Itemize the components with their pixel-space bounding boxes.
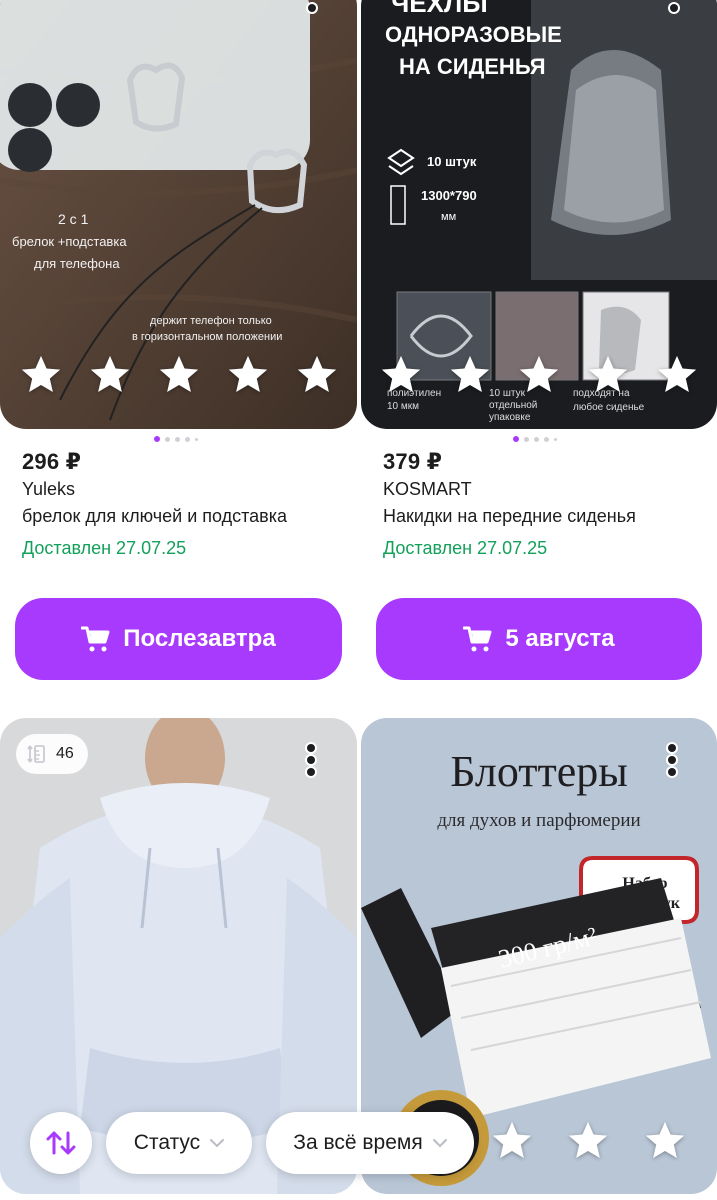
size-ruler-icon [27, 745, 45, 763]
product-image-1[interactable]: 2 с 1 брелок +подставка для телефона дер… [0, 0, 357, 429]
svg-text:Блоттеры: Блоттеры [450, 747, 628, 796]
svg-text:отдельной: отдельной [489, 400, 537, 411]
size-count-badge: 46 [16, 734, 88, 774]
svg-text:10 мкм: 10 мкм [387, 401, 419, 412]
svg-text:2 с 1: 2 с 1 [58, 211, 89, 227]
star-icon[interactable] [87, 352, 133, 398]
product-card-2[interactable]: ЧЕХЛЫ ОДНОРАЗОВЫЕ НА СИДЕНЬЯ 10 штук 130… [359, 0, 717, 690]
cart-icon [81, 626, 110, 652]
badge-count: 46 [56, 745, 74, 762]
star-icon[interactable] [225, 352, 271, 398]
status-filter[interactable]: Статус [106, 1112, 252, 1174]
product-brand[interactable]: KOSMART [383, 479, 472, 500]
period-filter[interactable]: За всё время [266, 1112, 474, 1174]
svg-text:держит телефон только: держит телефон только [150, 315, 272, 327]
star-icon[interactable] [654, 352, 700, 398]
chevron-down-icon [432, 1139, 447, 1148]
star-icon[interactable] [516, 352, 562, 398]
image-pager-dots [154, 436, 198, 442]
image-pager-dots [513, 436, 557, 442]
star-icon[interactable] [156, 352, 202, 398]
product-card-1[interactable]: 2 с 1 брелок +подставка для телефона дер… [0, 0, 358, 690]
period-filter-label: За всё время [293, 1131, 423, 1154]
rating-stars[interactable] [361, 352, 717, 398]
star-icon[interactable] [585, 352, 631, 398]
svg-text:упаковке: упаковке [489, 412, 531, 423]
star-icon[interactable] [294, 352, 340, 398]
svg-text:любое сиденье: любое сиденье [573, 401, 645, 413]
rating-stars[interactable] [0, 352, 357, 398]
svg-text:мм: мм [441, 211, 456, 223]
star-icon[interactable] [18, 352, 64, 398]
svg-text:брелок +подставка: брелок +подставка [12, 234, 127, 249]
more-vertical-icon[interactable] [667, 4, 681, 12]
sort-icon [46, 1131, 76, 1155]
chevron-down-icon [210, 1139, 225, 1148]
product-brand[interactable]: Yuleks [22, 479, 75, 500]
status-filter-label: Статус [133, 1131, 201, 1154]
svg-text:НА СИДЕНЬЯ: НА СИДЕНЬЯ [399, 54, 546, 79]
more-vertical-icon[interactable] [665, 744, 679, 776]
star-icon[interactable] [378, 352, 424, 398]
delivery-status: Доставлен 27.07.25 [383, 538, 548, 558]
svg-text:для духов и парфюмерии: для духов и парфюмерии [437, 810, 640, 831]
product-price: 379 ₽ [383, 449, 443, 474]
star-icon[interactable] [447, 352, 493, 398]
button-label: Послезавтра [123, 625, 276, 652]
svg-text:для телефона: для телефона [34, 256, 120, 271]
product-image-2[interactable]: ЧЕХЛЫ ОДНОРАЗОВЫЕ НА СИДЕНЬЯ 10 штук 130… [361, 0, 717, 429]
product-price: 296 ₽ [22, 449, 82, 474]
cart-icon [463, 626, 492, 652]
delivery-status: Доставлен 27.07.25 [22, 538, 187, 558]
product-title[interactable]: Накидки на передние сиденья [383, 506, 636, 527]
add-to-cart-button[interactable]: Послезавтра [15, 598, 342, 680]
filter-bar: Статус За всё время [0, 1112, 717, 1174]
svg-text:в горизонтальном положении: в горизонтальном положении [132, 331, 282, 343]
more-vertical-icon[interactable] [304, 744, 318, 776]
more-vertical-icon[interactable] [305, 4, 319, 12]
sort-button[interactable] [30, 1112, 92, 1174]
svg-text:10 штук: 10 штук [427, 154, 477, 169]
product-title[interactable]: брелок для ключей и подставка [22, 506, 287, 527]
svg-text:1300*790: 1300*790 [421, 188, 477, 203]
svg-text:ЧЕХЛЫ: ЧЕХЛЫ [391, 0, 488, 18]
svg-text:ОДНОРАЗОВЫЕ: ОДНОРАЗОВЫЕ [385, 22, 562, 47]
add-to-cart-button[interactable]: 5 августа [376, 598, 702, 680]
button-label: 5 августа [505, 625, 615, 652]
